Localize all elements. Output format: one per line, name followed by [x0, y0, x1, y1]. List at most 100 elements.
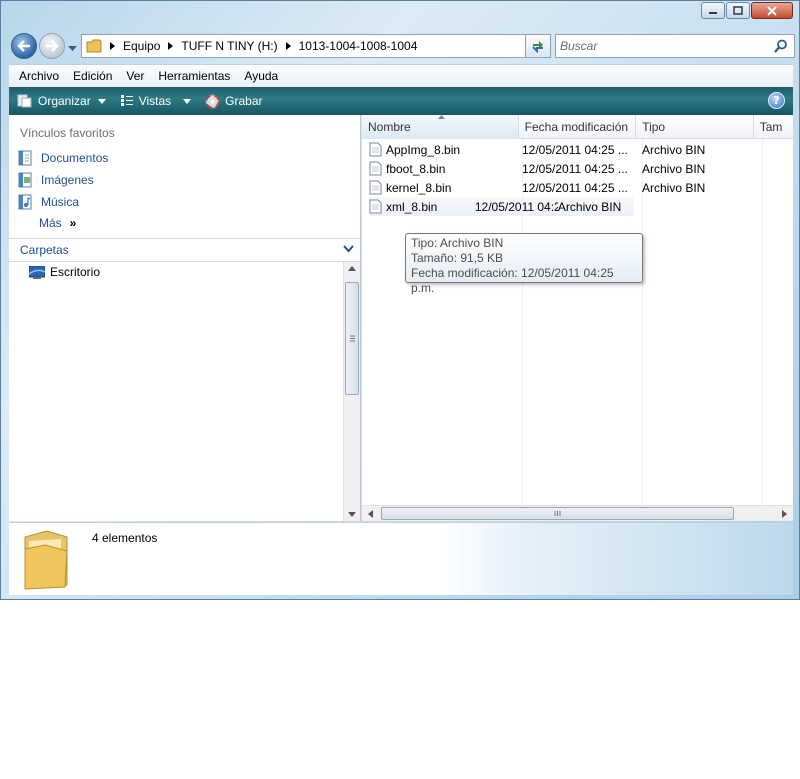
scrollbar-thumb[interactable]: [345, 282, 359, 395]
breadcrumb-drive[interactable]: TUFF N TINY (H:): [181, 39, 277, 53]
column-header-type[interactable]: Tipo: [636, 115, 754, 139]
column-header-date[interactable]: Fecha modificación: [519, 115, 637, 139]
favorite-links-title: Vínculos favoritos: [20, 126, 115, 140]
breadcrumb-arrow-icon[interactable]: [285, 42, 291, 50]
menu-edicion[interactable]: Edición: [67, 69, 120, 83]
grip-icon: [350, 335, 355, 342]
close-button[interactable]: [751, 2, 793, 19]
burn-label: Grabar: [225, 94, 263, 108]
search-box[interactable]: [555, 34, 795, 58]
folder-tree-scrollbar[interactable]: [343, 262, 360, 521]
file-type: Archivo BIN: [642, 161, 706, 176]
breadcrumb-arrow-icon[interactable]: [168, 42, 174, 50]
recent-pages-dropdown[interactable]: [68, 41, 77, 55]
forward-button[interactable]: [39, 33, 65, 59]
column-header-label: Tam: [759, 120, 783, 134]
column-header-label: Fecha modificación: [524, 120, 629, 134]
minimize-icon: [709, 11, 717, 14]
breadcrumb-arrow-icon[interactable]: [110, 42, 115, 50]
organize-icon: [17, 94, 32, 108]
file-name: kernel_8.bin: [386, 180, 452, 195]
chevron-down-icon[interactable]: [343, 245, 354, 253]
file-list-horizontal-scrollbar[interactable]: [362, 505, 793, 521]
fav-label: Música: [41, 195, 80, 209]
search-input[interactable]: [560, 39, 760, 53]
file-icon: [369, 142, 382, 157]
views-icon: [120, 95, 133, 106]
file-icon: [369, 199, 382, 214]
search-icon[interactable]: [774, 39, 788, 53]
breadcrumb-folder[interactable]: 1013-1004-1008-1004: [299, 39, 418, 53]
file-icon: [369, 161, 382, 176]
folder-icon: [24, 530, 68, 590]
address-row: Equipo TUFF N TINY (H:) 1013-1004-1008-1…: [9, 31, 795, 61]
file-list-pane: Nombre Fecha modificación Tipo Tam AppIm…: [362, 115, 793, 521]
organize-button[interactable]: Organizar: [17, 94, 106, 108]
fav-label: Documentos: [41, 151, 109, 165]
file-icon: [369, 180, 382, 195]
column-header-size[interactable]: Tam: [754, 115, 793, 139]
close-icon: [767, 5, 777, 16]
menu-herramientas[interactable]: Herramientas: [152, 69, 238, 83]
folders-header[interactable]: Carpetas: [9, 238, 360, 262]
more-label: Más: [39, 216, 62, 230]
refresh-button[interactable]: [525, 34, 551, 58]
file-date: 12/05/2011 04:25 ...: [522, 142, 628, 157]
scroll-left-icon[interactable]: [368, 510, 373, 518]
arrow-right-icon: [46, 40, 59, 52]
window-controls: [701, 2, 793, 19]
file-date: 12/05/2011 04:25 ...: [474, 199, 558, 214]
fav-link-documentos[interactable]: Documentos: [17, 150, 108, 166]
desktop-icon: [29, 265, 45, 279]
fav-link-musica[interactable]: Música: [17, 194, 79, 210]
file-row[interactable]: xml_8.bin 12/05/2011 04:25 ... Archivo B…: [369, 197, 634, 216]
tree-item-escritorio[interactable]: Escritorio: [29, 265, 100, 279]
views-button[interactable]: Vistas: [120, 94, 192, 108]
pictures-icon: [18, 172, 32, 188]
menu-archivo[interactable]: Archivo: [13, 69, 67, 83]
burn-button[interactable]: Grabar: [205, 94, 263, 109]
fav-label: Imágenes: [41, 173, 94, 187]
scroll-down-icon[interactable]: [348, 512, 356, 517]
file-tooltip: Tipo: Archivo BIN Tamaño: 91,5 KB Fecha …: [405, 233, 643, 295]
column-headers: Nombre Fecha modificación Tipo Tam: [362, 115, 793, 139]
fav-link-imagenes[interactable]: Imágenes: [17, 172, 94, 188]
file-row[interactable]: kernel_8.bin 12/05/2011 04:25 ... Archiv…: [369, 178, 752, 197]
tooltip-size: Tamaño: 91,5 KB: [411, 251, 504, 265]
file-row[interactable]: AppImg_8.bin 12/05/2011 04:25 ... Archiv…: [369, 140, 752, 159]
column-header-label: Nombre: [368, 120, 411, 134]
address-bar[interactable]: Equipo TUFF N TINY (H:) 1013-1004-1008-1…: [81, 34, 547, 58]
arrow-left-icon: [17, 40, 30, 52]
chevron-down-icon: [97, 98, 106, 104]
scroll-up-icon[interactable]: [348, 266, 356, 271]
file-type: Archivo BIN: [642, 180, 706, 195]
item-count: 4 elementos: [92, 531, 158, 545]
chevron-down-icon: [68, 46, 77, 51]
menu-ayuda[interactable]: Ayuda: [238, 69, 286, 83]
breadcrumb-equipo[interactable]: Equipo: [123, 39, 160, 53]
column-header-name[interactable]: Nombre: [362, 115, 519, 139]
maximize-icon: [733, 6, 743, 15]
burn-disc-icon: [205, 94, 220, 108]
grip-icon: [554, 511, 561, 516]
chevron-down-icon: [183, 98, 192, 104]
back-button[interactable]: [11, 33, 37, 59]
file-name: fboot_8.bin: [386, 161, 446, 176]
help-button[interactable]: ?: [768, 92, 785, 109]
organize-label: Organizar: [38, 94, 91, 108]
scroll-right-icon[interactable]: [782, 510, 787, 518]
file-row[interactable]: fboot_8.bin 12/05/2011 04:25 ... Archivo…: [369, 159, 752, 178]
tooltip-date: Fecha modificación: 12/05/2011 04:25 p.m…: [411, 266, 614, 295]
command-bar: Organizar Vistas Grabar ?: [9, 87, 793, 115]
minimize-button[interactable]: [701, 2, 725, 19]
more-links[interactable]: Más »: [39, 216, 76, 230]
menu-ver[interactable]: Ver: [120, 69, 152, 83]
column-divider: [762, 139, 763, 505]
scrollbar-thumb[interactable]: [381, 507, 734, 520]
views-label: Vistas: [138, 94, 172, 108]
navigation-pane: Vínculos favoritos Documentos Imágenes M…: [9, 115, 361, 521]
double-chevron-right-icon: »: [69, 216, 77, 230]
sort-ascending-icon: [438, 115, 445, 119]
folders-title: Carpetas: [20, 243, 69, 257]
maximize-button[interactable]: [726, 2, 750, 19]
